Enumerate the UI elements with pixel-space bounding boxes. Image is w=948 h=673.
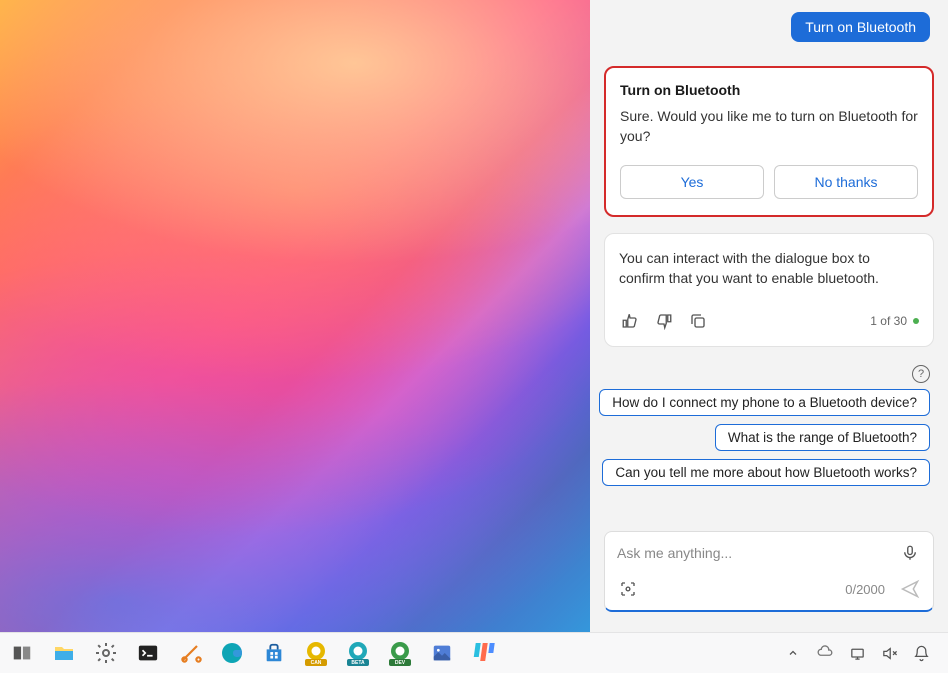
copilot-panel: Turn on Bluetooth Turn on Bluetooth Sure… — [590, 0, 948, 632]
microsoft-store-icon[interactable] — [260, 639, 288, 667]
response-counter: 1 of 30 — [870, 314, 919, 328]
assistant-message-card: You can interact with the dialogue box t… — [604, 233, 934, 348]
assistant-message-text: You can interact with the dialogue box t… — [619, 248, 919, 289]
terminal-icon[interactable] — [134, 639, 162, 667]
tray-chevron-up-icon[interactable] — [784, 644, 802, 662]
taskbar-apps: CAN BETA DEV — [8, 639, 498, 667]
network-icon[interactable] — [848, 644, 866, 662]
edge-dev-icon[interactable]: DEV — [386, 639, 414, 667]
bluetooth-action-card: Turn on Bluetooth Sure. Would you like m… — [604, 66, 934, 217]
file-explorer-icon[interactable] — [50, 639, 78, 667]
user-message-bubble: Turn on Bluetooth — [791, 12, 930, 42]
chat-input-box: 0/2000 — [604, 531, 934, 612]
desktop-wallpaper[interactable] — [0, 0, 590, 632]
microphone-icon[interactable] — [899, 542, 921, 564]
suggestion-pill[interactable]: What is the range of Bluetooth? — [715, 424, 930, 451]
task-view-icon[interactable] — [8, 639, 36, 667]
yes-button[interactable]: Yes — [620, 165, 764, 199]
help-icon[interactable]: ? — [912, 365, 930, 383]
char-counter: 0/2000 — [845, 582, 885, 597]
svg-text:CAN: CAN — [311, 660, 322, 666]
suggestion-list: How do I connect my phone to a Bluetooth… — [604, 389, 934, 486]
thumbs-down-icon[interactable] — [653, 310, 675, 332]
chat-input[interactable] — [617, 545, 899, 561]
edge-beta-icon[interactable]: BETA — [344, 639, 372, 667]
onedrive-icon[interactable] — [816, 644, 834, 662]
suggestion-pill[interactable]: How do I connect my phone to a Bluetooth… — [599, 389, 930, 416]
thumbs-up-icon[interactable] — [619, 310, 641, 332]
svg-text:DEV: DEV — [395, 660, 406, 666]
suggestion-pill[interactable]: Can you tell me more about how Bluetooth… — [602, 459, 930, 486]
copy-icon[interactable] — [687, 310, 709, 332]
svg-text:BETA: BETA — [351, 660, 365, 666]
image-search-icon[interactable] — [617, 578, 639, 600]
copilot-icon[interactable] — [470, 639, 498, 667]
chat-scroll-area: Turn on Bluetooth Turn on Bluetooth Sure… — [590, 0, 948, 521]
system-tray — [784, 644, 940, 662]
action-card-body: Sure. Would you like me to turn on Bluet… — [620, 106, 918, 147]
photos-icon[interactable] — [428, 639, 456, 667]
settings-icon[interactable] — [92, 639, 120, 667]
input-area: 0/2000 — [590, 521, 948, 632]
taskbar: CAN BETA DEV — [0, 632, 948, 673]
edge-icon[interactable] — [218, 639, 246, 667]
send-icon[interactable] — [899, 578, 921, 600]
notifications-icon[interactable] — [912, 644, 930, 662]
volume-muted-icon[interactable] — [880, 644, 898, 662]
no-thanks-button[interactable]: No thanks — [774, 165, 918, 199]
snipping-tool-icon[interactable] — [176, 639, 204, 667]
status-dot-icon — [913, 318, 919, 324]
action-card-title: Turn on Bluetooth — [620, 82, 918, 98]
edge-canary-icon[interactable]: CAN — [302, 639, 330, 667]
